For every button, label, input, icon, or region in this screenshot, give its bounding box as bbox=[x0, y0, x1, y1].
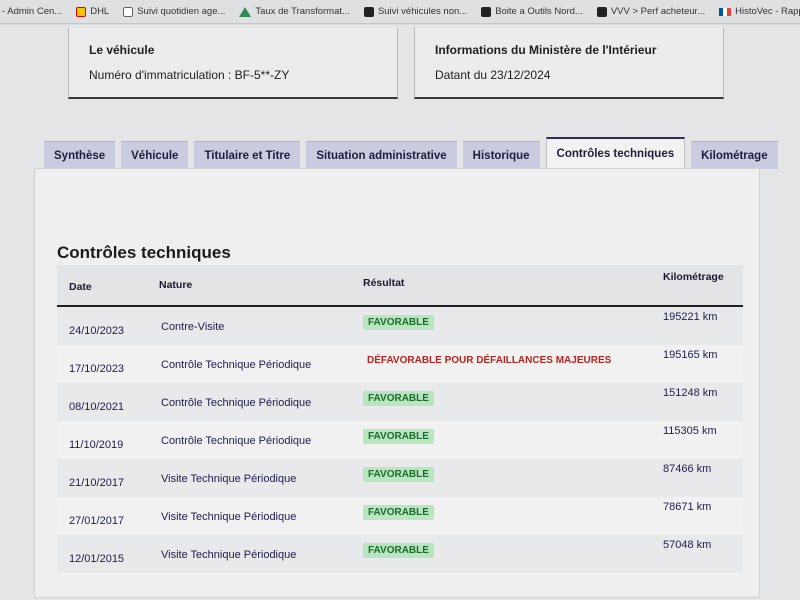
vehicle-info-box: Le véhicule Numéro d'immatriculation : B… bbox=[68, 27, 398, 99]
cross-icon bbox=[363, 6, 374, 17]
status-badge: DÉFAVORABLE POUR DÉFAILLANCES MAJEURES bbox=[367, 355, 612, 366]
table-row: 08/10/2021 Contrôle Technique Périodique F… bbox=[57, 383, 743, 421]
row-kilometrage: 115305 km bbox=[663, 425, 717, 437]
tab-situation-administrative[interactable]: Situation administrative bbox=[306, 141, 457, 169]
row-kilometrage: 151248 km bbox=[663, 387, 718, 399]
row-kilometrage: 195165 km bbox=[663, 349, 718, 361]
vehicle-title: Le véhicule bbox=[89, 43, 155, 57]
row-result: FAVORABLE bbox=[363, 543, 434, 558]
row-kilometrage: 195221 km bbox=[663, 311, 718, 323]
tab-historique[interactable]: Historique bbox=[462, 141, 540, 169]
row-nature: Contrôle Technique Périodique bbox=[161, 397, 312, 409]
cross-icon bbox=[481, 6, 492, 17]
table-row: 17/10/2023 Contrôle Technique Périodique D… bbox=[57, 345, 743, 383]
tab-véhicule[interactable]: Véhicule bbox=[121, 141, 189, 169]
bookmark-label: Suivi véhicules non... bbox=[377, 6, 468, 17]
bookmark-label: HistoVec - Rapport bbox=[735, 6, 800, 17]
table-row: 21/10/2017 Visite Technique Périodique FAV… bbox=[57, 459, 743, 497]
row-kilometrage: 57048 km bbox=[663, 539, 712, 551]
flag-icon bbox=[719, 7, 732, 16]
tab-kilométrage[interactable]: Kilométrage bbox=[691, 141, 778, 169]
table-row: 24/10/2023 Contre-Visite FAVORABLE 195221 k… bbox=[57, 307, 743, 345]
row-result: DÉFAVORABLE POUR DÉFAILLANCES MAJEURES bbox=[363, 353, 615, 368]
row-kilometrage: 87466 km bbox=[663, 463, 712, 475]
row-result: FAVORABLE bbox=[363, 505, 434, 520]
dhl-icon bbox=[76, 6, 87, 17]
status-badge: FAVORABLE bbox=[363, 543, 434, 558]
header-date: Date bbox=[69, 281, 92, 293]
bookmark-label: Boite a Outils Nord... bbox=[495, 6, 583, 17]
header-result: Résultat bbox=[363, 277, 405, 289]
bookmark-label: Taux de Transformat... bbox=[255, 6, 350, 17]
table-row: 27/01/2017 Visite Technique Périodique FAV… bbox=[57, 497, 743, 535]
bookmark-item[interactable]: Taux de Transformat... bbox=[239, 6, 350, 17]
row-nature: Contrôle Technique Périodique bbox=[161, 359, 312, 371]
status-badge: FAVORABLE bbox=[363, 391, 434, 406]
doc-icon bbox=[123, 6, 134, 17]
header-nature: Nature bbox=[159, 279, 193, 291]
row-date: 27/01/2017 bbox=[69, 515, 125, 527]
table-row: 12/01/2015 Visite Technique Périodique FAV… bbox=[57, 535, 743, 573]
row-result: FAVORABLE bbox=[363, 315, 434, 330]
row-result: FAVORABLE bbox=[363, 429, 434, 444]
row-date: 17/10/2023 bbox=[69, 363, 125, 375]
tab-contrôles-techniques[interactable]: Contrôles techniques bbox=[545, 137, 686, 169]
ministry-date: Datant du 23/12/2024 bbox=[435, 68, 551, 82]
table-body: 24/10/2023 Contre-Visite FAVORABLE 195221 k… bbox=[57, 307, 743, 573]
bookmark-label: DHL bbox=[90, 6, 110, 17]
header-kilometrage: Kilométrage bbox=[663, 271, 724, 283]
row-kilometrage: 78671 km bbox=[663, 501, 712, 513]
row-date: 08/10/2021 bbox=[69, 401, 125, 413]
row-nature: Visite Technique Périodique bbox=[161, 473, 297, 485]
status-badge: FAVORABLE bbox=[363, 429, 434, 444]
bookmarks-bar: - Admin Cen... DHL Suivi quotidien age... T… bbox=[0, 0, 800, 24]
ministry-title: Informations du Ministère de l'Intérieur bbox=[435, 43, 657, 57]
bookmark-label: - Admin Cen... bbox=[2, 6, 63, 17]
status-badge: FAVORABLE bbox=[363, 315, 434, 330]
status-badge: FAVORABLE bbox=[363, 505, 434, 520]
bookmark-item[interactable]: VVV > Perf acheteur... bbox=[596, 6, 706, 17]
histovec-page: Le véhicule Numéro d'immatriculation : B… bbox=[0, 25, 800, 600]
bookmark-item[interactable]: DHL bbox=[76, 6, 109, 17]
bookmark-item[interactable]: Suivi véhicules non... bbox=[363, 6, 468, 17]
row-result: FAVORABLE bbox=[363, 391, 434, 406]
row-result: FAVORABLE bbox=[363, 467, 434, 482]
row-nature: Visite Technique Périodique bbox=[161, 511, 297, 523]
tab-titulaire-et-titre[interactable]: Titulaire et Titre bbox=[194, 141, 301, 169]
row-nature: Visite Technique Périodique bbox=[161, 549, 297, 561]
cross-icon bbox=[596, 6, 607, 17]
row-nature: Contrôle Technique Périodique bbox=[161, 435, 312, 447]
row-date: 11/10/2019 bbox=[69, 439, 124, 451]
bookmark-item[interactable]: Suivi quotidien age... bbox=[123, 6, 225, 17]
plate-number: Numéro d'immatriculation : BF-5**-ZY bbox=[89, 68, 290, 82]
bookmark-item[interactable]: Boite a Outils Nord... bbox=[481, 6, 583, 17]
ministry-info-box: Informations du Ministère de l'Intérieur… bbox=[414, 27, 724, 99]
row-date: 21/10/2017 bbox=[69, 477, 125, 489]
tab-synthèse[interactable]: Synthèse bbox=[44, 141, 116, 169]
row-date: 12/01/2015 bbox=[69, 553, 125, 565]
table-header: Date Nature Résultat Kilométrage bbox=[57, 265, 743, 307]
controles-table: Date Nature Résultat Kilométrage 24/10/2… bbox=[57, 265, 743, 573]
section-title: Contrôles techniques bbox=[57, 243, 231, 262]
tab-panel-controles-techniques: Contrôles techniques Date Nature Résulta… bbox=[34, 168, 760, 598]
row-date: 24/10/2023 bbox=[69, 325, 125, 337]
bookmark-label: Suivi quotidien age... bbox=[137, 6, 226, 17]
status-badge: FAVORABLE bbox=[363, 467, 434, 482]
bookmark-label: VVV > Perf acheteur... bbox=[610, 6, 706, 17]
row-nature: Contre-Visite bbox=[161, 321, 225, 333]
bookmark-item[interactable]: - Admin Cen... bbox=[2, 6, 62, 17]
table-row: 11/10/2019 Contrôle Technique Périodique F… bbox=[57, 421, 743, 459]
bookmark-item[interactable]: HistoVec - Rapport bbox=[719, 6, 800, 17]
report-tabs: Synthèse Véhicule Titulaire et Titre Situat… bbox=[44, 137, 778, 169]
drive-icon bbox=[239, 6, 252, 17]
